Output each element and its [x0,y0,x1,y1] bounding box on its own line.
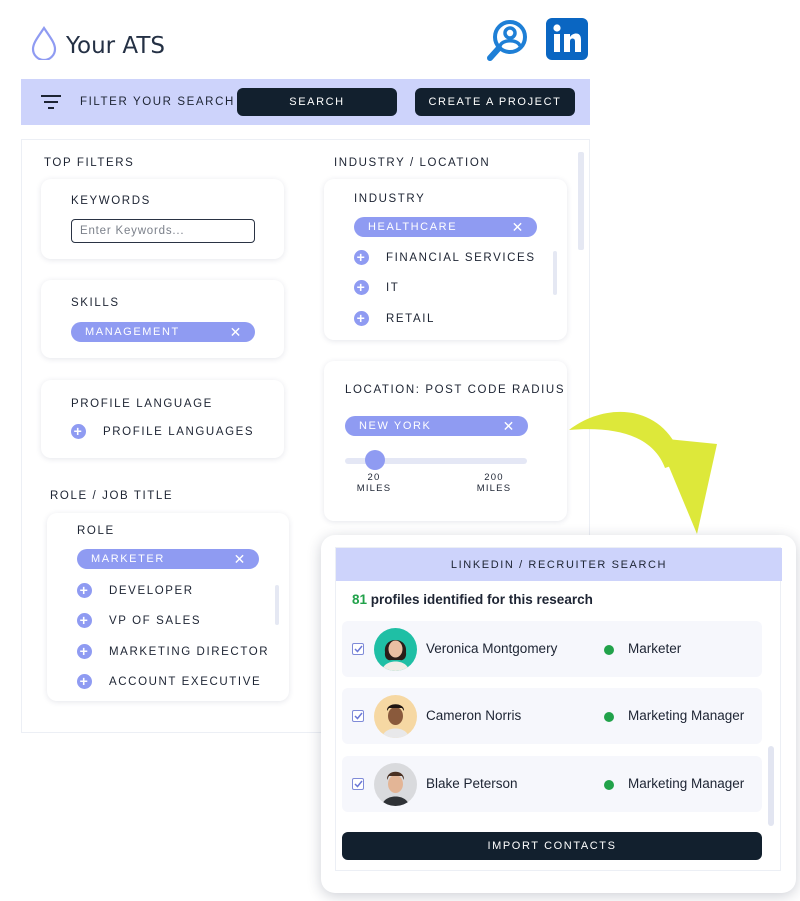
results-count: 81 profiles identified for this research [352,592,593,607]
keywords-card: KEYWORDS [41,179,284,259]
profile-row[interactable]: Cameron Norris Marketing Manager [342,688,762,744]
avatar [374,763,417,806]
chip-label: MARKETER [91,553,165,565]
option-marketing-director[interactable]: + MARKETING DIRECTOR [77,644,269,659]
plus-icon: + [77,674,92,689]
option-label: FINANCIAL SERVICES [386,251,536,264]
option-label: IT [386,281,400,294]
brand-name: Your ATS [66,32,166,59]
industry-card: INDUSTRY HEALTHCARE ✕ + FINANCIAL SERVIC… [324,179,567,340]
industry-label: INDUSTRY [354,193,426,205]
role-scrollbar[interactable] [275,585,279,625]
profile-role: Marketing Manager [628,776,745,791]
profile-name: Cameron Norris [426,708,522,723]
chip-label: NEW YORK [359,420,432,432]
role-chip-marketer[interactable]: MARKETER ✕ [77,549,259,569]
profile-language-card: PROFILE LANGUAGE + PROFILE LANGUAGES [41,380,284,458]
skills-label: SKILLS [71,297,120,309]
profile-language-label: PROFILE LANGUAGE [71,398,213,410]
filter-lines-icon[interactable] [39,90,63,114]
create-project-button[interactable]: CREATE A PROJECT [415,88,575,116]
filter-label: FILTER YOUR SEARCH [80,96,235,108]
option-account-executive[interactable]: + ACCOUNT EXECUTIVE [77,674,261,689]
keywords-label: KEYWORDS [71,195,151,207]
import-contacts-button[interactable]: IMPORT CONTACTS [342,832,762,860]
avatar [374,628,417,671]
option-retail[interactable]: + RETAIL [354,311,435,326]
top-filters-title: TOP FILTERS [44,157,135,169]
search-person-icon[interactable] [486,18,530,67]
keywords-input[interactable] [71,219,255,243]
results-inner: LINKEDIN / RECRUITER SEARCH 81 profiles … [335,547,782,871]
plus-icon: + [71,424,86,439]
slider-min-label: 20 MILES [356,472,392,494]
avatar [374,695,417,738]
skill-chip-management[interactable]: MANAGEMENT ✕ [71,322,255,342]
results-card: LINKEDIN / RECRUITER SEARCH 81 profiles … [321,535,796,893]
slider-max-label: 200 MILES [476,472,512,494]
option-profile-languages[interactable]: + PROFILE LANGUAGES [71,424,254,439]
droplet-logo-icon [30,26,58,65]
industry-chip-healthcare[interactable]: HEALTHCARE ✕ [354,217,537,237]
status-dot [604,645,614,655]
plus-icon: + [77,583,92,598]
count-number: 81 [352,592,368,607]
option-vp-of-sales[interactable]: + VP OF SALES [77,613,201,628]
role-card: ROLE MARKETER ✕ + DEVELOPER + VP OF SALE… [47,513,289,701]
checkbox-icon[interactable] [352,710,364,722]
close-icon[interactable]: ✕ [230,324,243,340]
option-label: VP OF SALES [109,614,202,627]
option-label: ACCOUNT EXECUTIVE [109,675,262,688]
profile-row[interactable]: Blake Peterson Marketing Manager [342,756,762,812]
linkedin-icon[interactable] [546,18,588,67]
close-icon[interactable]: ✕ [503,418,516,434]
panel-scrollbar[interactable] [578,152,584,250]
chip-label: HEALTHCARE [368,221,458,233]
plus-icon: + [354,250,369,265]
option-it[interactable]: + IT [354,280,399,295]
curved-arrow-icon [565,408,725,543]
close-icon[interactable]: ✕ [234,551,247,567]
option-label: PROFILE LANGUAGES [103,425,255,438]
results-scrollbar[interactable] [768,746,774,826]
app-header: Your ATS [0,0,800,78]
status-dot [604,712,614,722]
checkbox-icon[interactable] [352,778,364,790]
option-developer[interactable]: + DEVELOPER [77,583,194,598]
industry-location-title: INDUSTRY / LOCATION [334,157,491,169]
option-label: MARKETING DIRECTOR [109,645,270,658]
industry-scrollbar[interactable] [553,251,557,295]
profile-row[interactable]: Veronica Montgomery Marketer [342,621,762,677]
status-dot [604,780,614,790]
count-text: profiles identified for this research [367,592,593,607]
search-button[interactable]: SEARCH [237,88,397,116]
option-label: DEVELOPER [109,584,194,597]
plus-icon: + [354,280,369,295]
profile-role: Marketer [628,641,682,656]
close-icon[interactable]: ✕ [512,219,525,235]
skills-card: SKILLS MANAGEMENT ✕ [41,280,284,358]
profile-name: Veronica Montgomery [426,641,558,656]
location-card: LOCATION: POST CODE RADIUS NEW YORK ✕ 20… [324,361,567,521]
profile-name: Blake Peterson [426,776,518,791]
role-job-title-title: ROLE / JOB TITLE [50,490,174,502]
app-logo[interactable]: Your ATS [30,26,165,65]
location-label: LOCATION: POST CODE RADIUS [345,384,566,396]
role-label: ROLE [77,525,115,537]
radius-slider-thumb[interactable] [364,450,385,470]
plus-icon: + [354,311,369,326]
plus-icon: + [77,644,92,659]
chip-label: MANAGEMENT [85,326,180,338]
checkbox-icon[interactable] [352,643,364,655]
results-header: LINKEDIN / RECRUITER SEARCH [336,548,782,581]
plus-icon: + [77,613,92,628]
profile-role: Marketing Manager [628,708,745,723]
filter-toolbar: FILTER YOUR SEARCH SEARCH CREATE A PROJE… [21,79,590,125]
location-chip-new-york[interactable]: NEW YORK ✕ [345,416,528,436]
option-financial-services[interactable]: + FINANCIAL SERVICES [354,250,536,265]
option-label: RETAIL [386,312,436,325]
